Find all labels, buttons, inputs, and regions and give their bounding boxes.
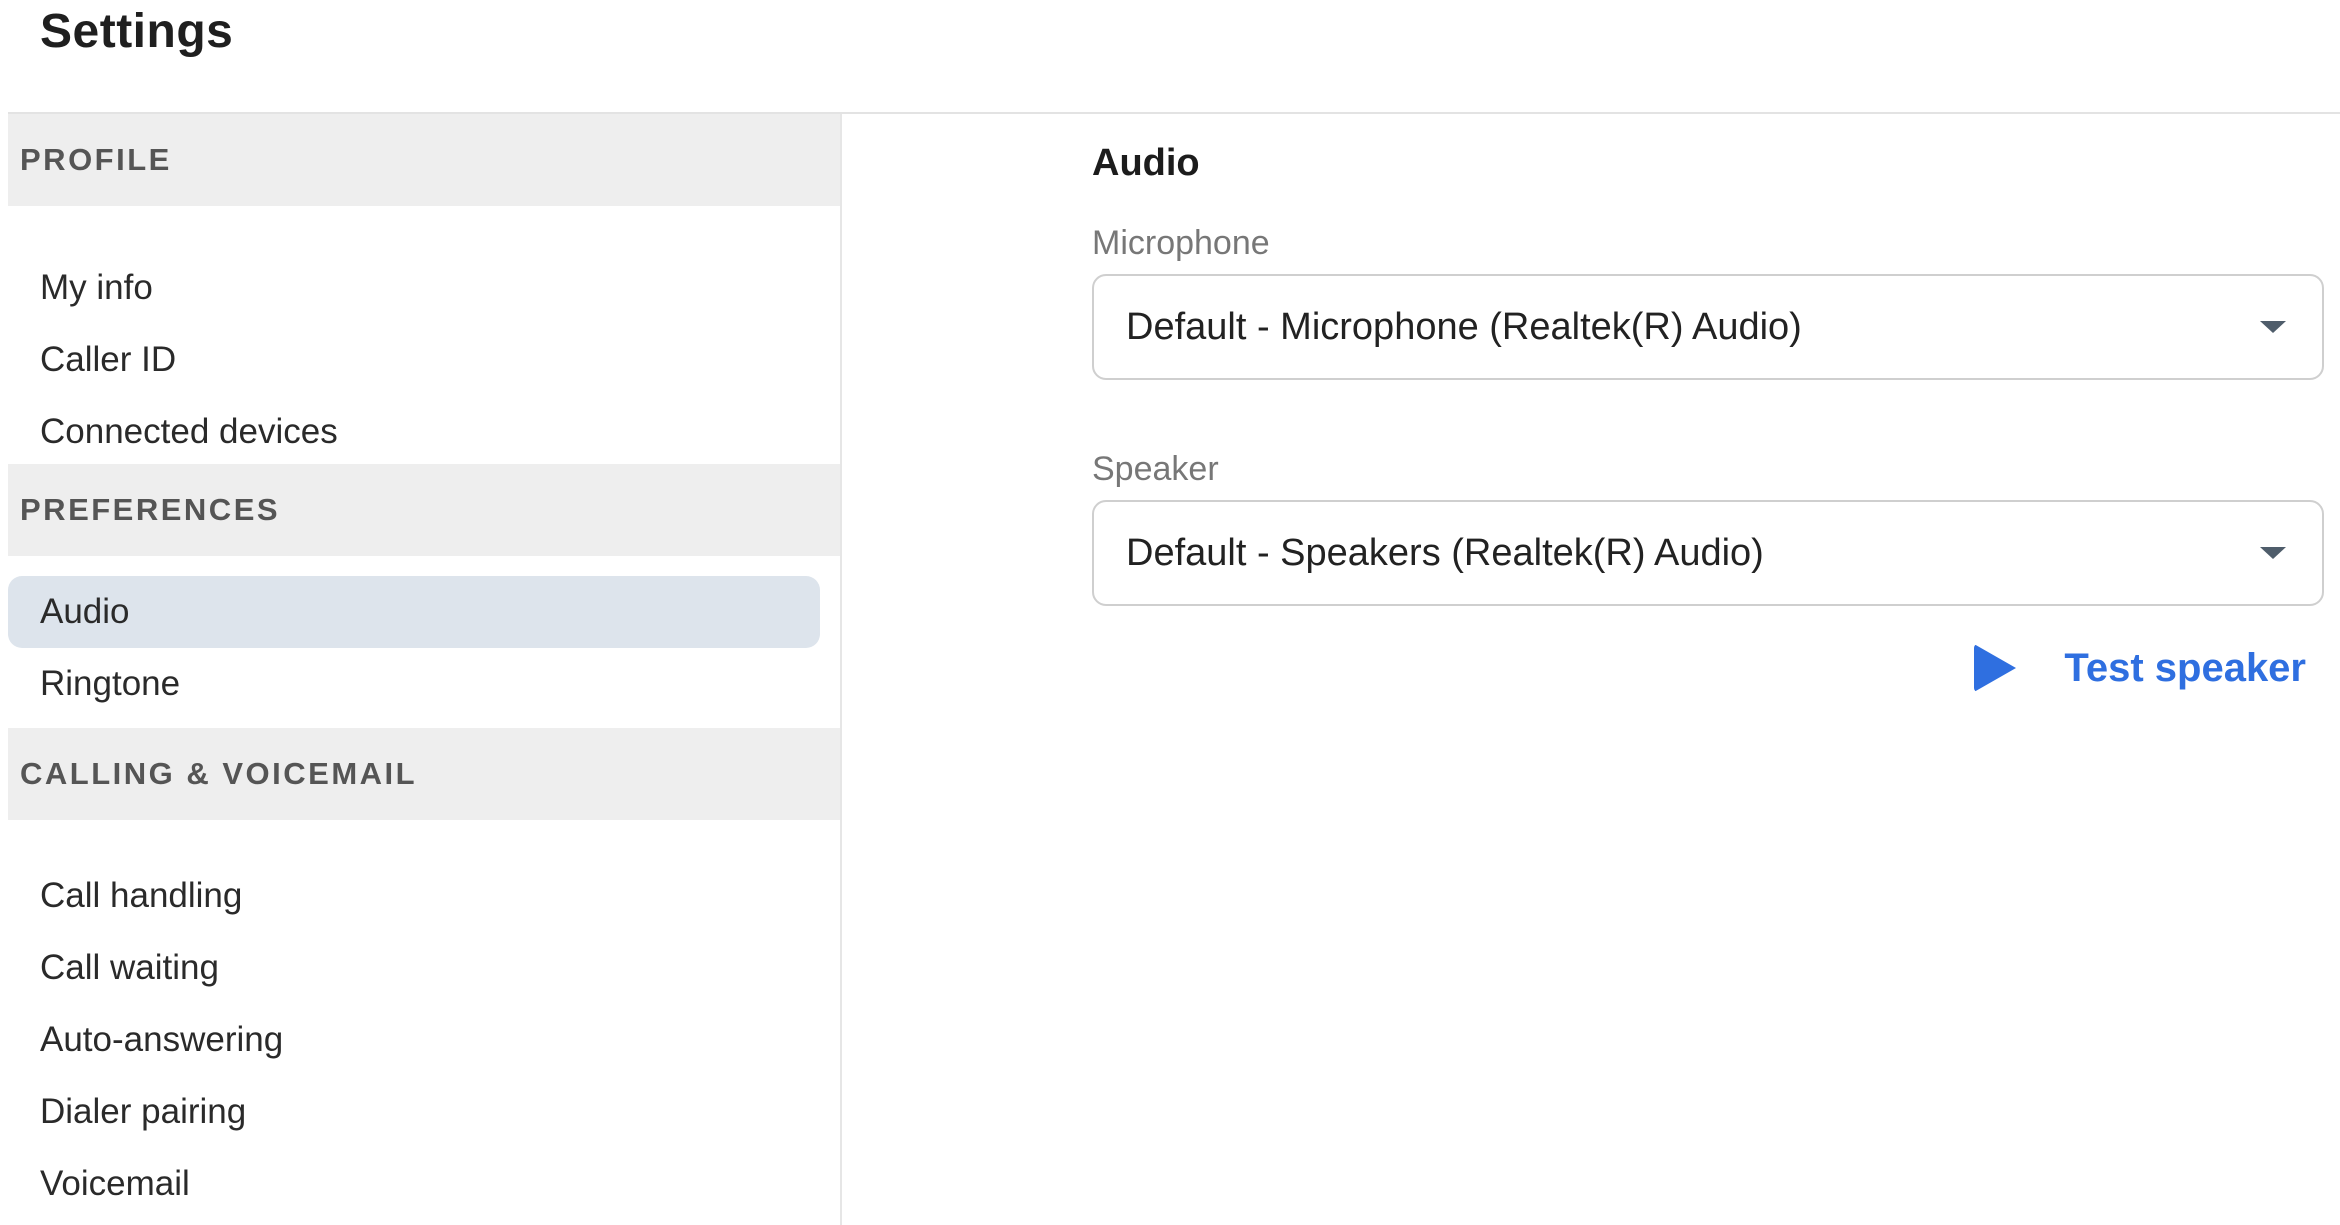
- section-list-calling: Call handling Call waiting Auto-answerin…: [8, 820, 840, 1225]
- sidebar-item-voicemail[interactable]: Voicemail: [8, 1148, 820, 1220]
- settings-page: Settings PROFILE My info Caller ID Conne…: [0, 0, 2340, 1225]
- section-list-profile: My info Caller ID Connected devices: [8, 206, 840, 464]
- section-heading: Audio: [1092, 142, 1200, 184]
- sidebar-item-call-handling[interactable]: Call handling: [8, 860, 820, 932]
- speaker-select[interactable]: Default - Speakers (Realtek(R) Audio): [1092, 500, 2324, 606]
- test-speaker-label: Test speaker: [2064, 645, 2306, 690]
- section-list-preferences: Audio Ringtone: [8, 556, 840, 728]
- settings-sidebar: PROFILE My info Caller ID Connected devi…: [8, 114, 842, 1225]
- chevron-down-icon: [2260, 321, 2286, 333]
- page-title: Settings: [40, 5, 234, 58]
- microphone-select[interactable]: Default - Microphone (Realtek(R) Audio): [1092, 274, 2324, 380]
- test-speaker-button[interactable]: Test speaker: [1974, 644, 2306, 692]
- chevron-down-icon: [2260, 547, 2286, 559]
- section-header-profile: PROFILE: [8, 114, 840, 206]
- microphone-label: Microphone: [1092, 224, 1270, 262]
- sidebar-item-my-info[interactable]: My info: [8, 252, 820, 324]
- sidebar-item-caller-id[interactable]: Caller ID: [8, 324, 820, 396]
- sidebar-item-connected-devices[interactable]: Connected devices: [8, 396, 820, 468]
- section-header-preferences: PREFERENCES: [8, 464, 840, 556]
- sidebar-item-auto-answering[interactable]: Auto-answering: [8, 1004, 820, 1076]
- speaker-select-value: Default - Speakers (Realtek(R) Audio): [1126, 531, 1764, 574]
- play-icon: [1974, 644, 2017, 692]
- speaker-label: Speaker: [1092, 450, 1219, 488]
- sidebar-item-call-waiting[interactable]: Call waiting: [8, 932, 820, 1004]
- sidebar-item-ringtone[interactable]: Ringtone: [8, 648, 820, 720]
- sidebar-item-dialer-pairing[interactable]: Dialer pairing: [8, 1076, 820, 1148]
- sidebar-item-audio[interactable]: Audio: [8, 576, 820, 648]
- section-header-calling-voicemail: CALLING & VOICEMAIL: [8, 728, 840, 820]
- microphone-select-value: Default - Microphone (Realtek(R) Audio): [1126, 305, 1802, 348]
